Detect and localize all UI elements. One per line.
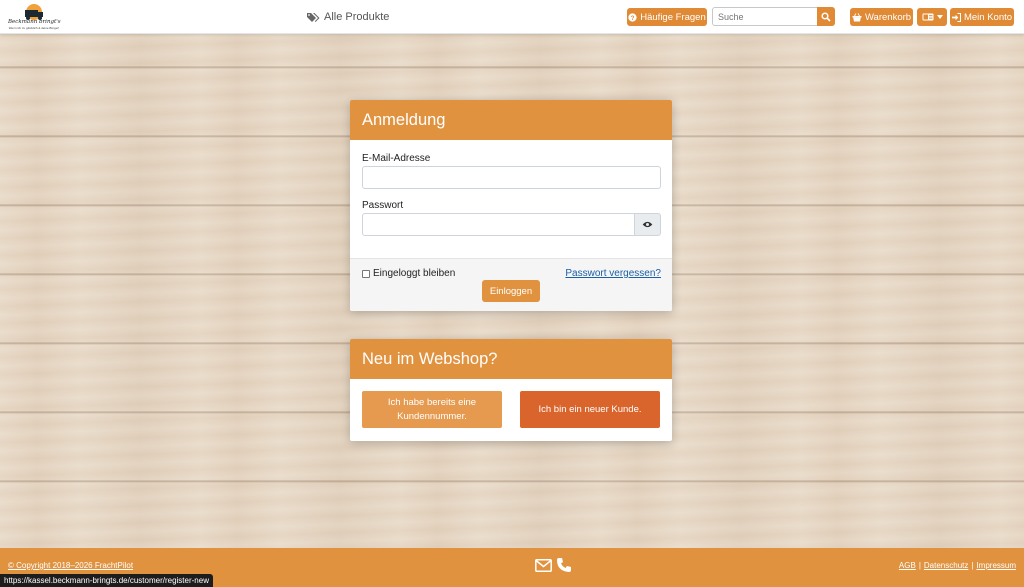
logo-text: Beckmann bringt's	[8, 19, 61, 25]
cart-label: Warenkorb	[864, 11, 912, 23]
search-bar	[712, 7, 835, 26]
all-products-link[interactable]: Alle Produkte	[307, 9, 389, 25]
account-label: Mein Konto	[963, 11, 1013, 23]
existing-customer-button[interactable]: Ich habe bereits eine Kundennummer.	[362, 391, 502, 428]
search-icon	[821, 11, 831, 22]
copyright-link[interactable]: © Copyright 2018–2026 FrachtPilot	[8, 561, 133, 570]
phone-icon[interactable]	[556, 557, 572, 573]
show-password-button[interactable]	[634, 213, 661, 236]
all-products-label: Alle Produkte	[324, 11, 390, 23]
privacy-link[interactable]: Datenschutz	[924, 561, 968, 570]
search-input[interactable]	[712, 7, 817, 26]
remember-me-label: Eingeloggt bleiben	[373, 268, 456, 279]
legal-links: AGB | Datenschutz | Impressum	[899, 561, 1016, 570]
envelope-icon[interactable]	[535, 558, 552, 572]
legal-separator: |	[971, 561, 974, 570]
login-footer: Eingeloggt bleiben Passwort vergessen? E…	[350, 258, 672, 311]
language-dropdown[interactable]	[917, 8, 947, 26]
account-button[interactable]: Mein Konto	[950, 8, 1014, 26]
password-label: Passwort	[362, 200, 404, 211]
cart-button[interactable]: Warenkorb	[850, 8, 913, 26]
question-circle-icon: ?	[628, 12, 637, 21]
new-customer-button[interactable]: Ich bin ein neuer Kunde.	[520, 391, 660, 428]
register-title: Neu im Webshop?	[350, 339, 672, 379]
contact-icons	[535, 557, 572, 573]
remember-me[interactable]: Eingeloggt bleiben	[362, 268, 455, 279]
shop-logo[interactable]: Beckmann bringt's Wenn ich zu glücklich …	[8, 3, 61, 31]
svg-text:?: ?	[631, 14, 635, 21]
logo-tagline: Wenn ich zu glücklich & deine Bürger!	[8, 26, 60, 30]
email-field[interactable]	[362, 166, 661, 189]
sign-in-icon	[951, 12, 961, 22]
imprint-link[interactable]: Impressum	[976, 561, 1016, 570]
login-title: Anmeldung	[350, 100, 672, 140]
search-button[interactable]	[817, 7, 835, 26]
status-bar-url: https://kassel.beckmann-bringts.de/custo…	[0, 574, 213, 587]
faq-label: Häufige Fragen	[640, 11, 706, 23]
basket-icon	[852, 12, 862, 21]
eye-icon	[642, 221, 653, 228]
password-field[interactable]	[362, 213, 635, 236]
register-card: Neu im Webshop? Ich habe bereits eine Ku…	[350, 339, 672, 441]
login-button[interactable]: Einloggen	[482, 280, 540, 302]
remember-me-checkbox[interactable]	[362, 269, 370, 278]
forgot-password-link[interactable]: Passwort vergessen?	[565, 268, 661, 279]
caret-down-icon	[936, 15, 943, 19]
agb-link[interactable]: AGB	[899, 561, 916, 570]
top-navbar: Beckmann bringt's Wenn ich zu glücklich …	[0, 0, 1024, 34]
faq-button[interactable]: ? Häufige Fragen	[627, 8, 707, 26]
login-card: Anmeldung E-Mail-Adresse Passwort Eingel…	[350, 100, 672, 311]
language-icon	[922, 13, 933, 21]
legal-separator: |	[918, 561, 921, 570]
email-label: E-Mail-Adresse	[362, 153, 431, 164]
tags-icon	[307, 12, 320, 22]
